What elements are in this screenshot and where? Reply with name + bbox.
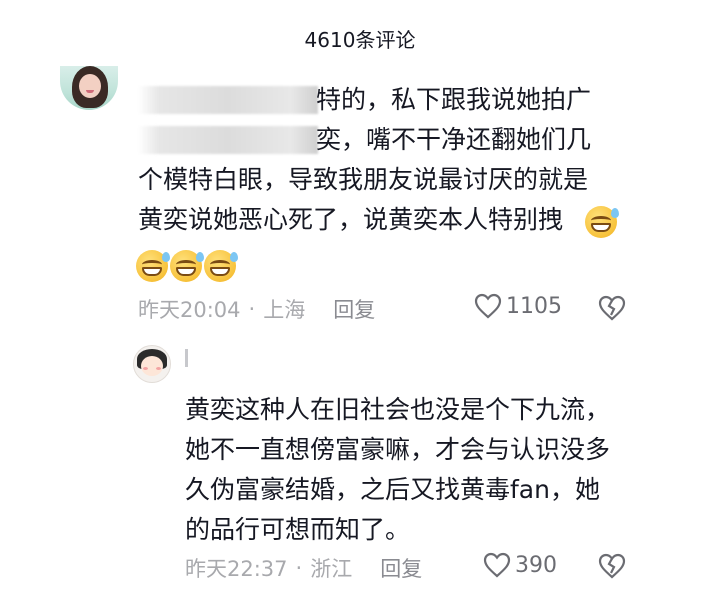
separator: · (248, 297, 256, 321)
grinning-sweat-emoji (204, 250, 238, 282)
comment-line: 久伪富豪结婚，之后又找黄毒fan，她 (185, 475, 600, 504)
username-redacted (185, 349, 188, 367)
like-count: 1105 (506, 293, 562, 319)
comment-location: 上海 (263, 298, 306, 322)
comment-time: 昨天22:37 (185, 557, 288, 581)
broken-heart-icon[interactable] (598, 553, 626, 579)
comment-line: 的品行可想而知了。 (185, 515, 411, 544)
redacted-text (138, 86, 318, 114)
like-count: 390 (515, 552, 557, 578)
redacted-text (138, 126, 318, 154)
separator: · (295, 556, 303, 580)
like-button[interactable]: 1105 (474, 293, 562, 319)
comment-line: 特的，私下跟我说她拍广 (316, 85, 592, 114)
grinning-sweat-emoji (170, 250, 204, 282)
broken-heart-icon[interactable] (598, 295, 626, 321)
comment-line: 她不一直想傍富豪嘛，才会与认识没多 (185, 435, 611, 464)
comment-line: 黄奕说她恶心死了，说黄奕本人特别拽 (138, 205, 564, 234)
grinning-sweat-emoji (136, 250, 170, 282)
comment-meta: 昨天20:04 · 上海 回复 (138, 294, 375, 324)
like-button[interactable]: 390 (483, 552, 557, 578)
heart-icon (474, 293, 502, 319)
comment-line: 个模特白眼，导致我朋友说最讨厌的就是 (138, 165, 589, 194)
reply-button[interactable]: 回复 (380, 553, 422, 583)
comment-meta: 昨天22:37 · 浙江 回复 (185, 553, 422, 583)
comment-time: 昨天20:04 (138, 298, 241, 322)
comment-location: 浙江 (310, 557, 353, 581)
grinning-sweat-emoji (585, 206, 619, 238)
comment-line: 奕，嘴不干净还翻她们几 (316, 125, 592, 154)
comment-count-title: 4610条评论 (304, 27, 416, 52)
user-avatar[interactable] (60, 66, 118, 110)
user-avatar[interactable] (133, 345, 171, 383)
reply-button[interactable]: 回复 (333, 294, 375, 324)
comment-line: 黄奕这种人在旧社会也没是个下九流， (185, 395, 611, 424)
heart-icon (483, 552, 511, 578)
